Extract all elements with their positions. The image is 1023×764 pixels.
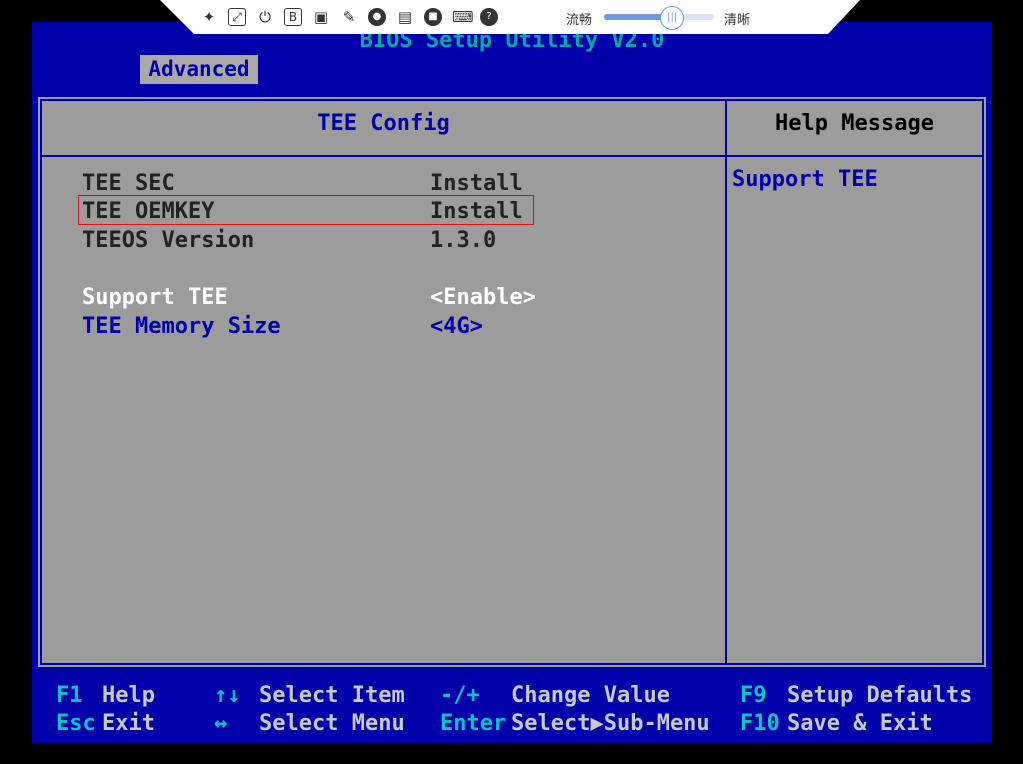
tab-advanced[interactable]: Advanced — [140, 55, 258, 84]
video-icon[interactable]: ■ — [424, 8, 442, 26]
footer-key: ↔ — [214, 711, 228, 736]
keyboard-lock-icon[interactable]: ▣ — [312, 8, 330, 26]
highlight-box — [78, 195, 534, 225]
footer-key: F9 — [740, 683, 767, 708]
quality-slider-handle[interactable]: ||| — [660, 6, 685, 30]
footer-desc: Help — [102, 683, 155, 708]
record-icon[interactable]: ● — [368, 8, 386, 26]
b-icon[interactable]: B — [284, 8, 302, 26]
remote-console-toolbar: ✦ ⤢ ⏻ B ▣ ✎ ● ▤ ■ ⌨ ? 流畅 ||| 清晰 — [160, 0, 860, 34]
footer-desc: Change Value — [511, 683, 670, 708]
page-title: TEE Config — [317, 111, 450, 136]
power-icon[interactable]: ⏻ — [256, 8, 274, 26]
footer-key: Enter — [440, 711, 507, 736]
footer-desc: Exit — [102, 711, 155, 736]
horizontal-divider — [42, 155, 982, 157]
footer-desc: Select▶Sub-Menu — [511, 711, 710, 736]
help-icon[interactable]: ? — [480, 8, 498, 26]
quality-slider[interactable] — [604, 14, 714, 20]
remote-console-screen: BIOS Setup Utility V2.0 Advanced TEE Con… — [0, 0, 1023, 764]
row-tee-memory-size[interactable]: TEE Memory Size <4G> — [42, 314, 725, 342]
footer-desc: Setup Defaults — [787, 683, 973, 708]
row-label: Support TEE — [82, 285, 228, 310]
fluent-label: 流畅 — [566, 13, 593, 28]
save-icon[interactable]: ▤ — [396, 8, 414, 26]
footer-key: F10 — [740, 711, 780, 736]
row-label: TEEOS Version — [82, 228, 255, 253]
fullscreen-icon[interactable]: ⤢ — [228, 8, 246, 26]
keyboard-icon[interactable]: ⌨ — [452, 8, 474, 26]
row-label: TEE Memory Size — [82, 314, 281, 339]
mouse-icon[interactable]: ✎ — [340, 8, 358, 26]
panel-frame: TEE Config Help Message Support TEE TEE … — [40, 99, 984, 665]
footer-key: -/+ — [440, 683, 480, 708]
row-value[interactable]: <Enable> — [430, 285, 536, 310]
row-value[interactable]: <4G> — [430, 314, 483, 339]
row-value: 1.3.0 — [430, 228, 497, 253]
row-label: TEE SEC — [82, 171, 175, 196]
main-panel: TEE Config Help Message Support TEE TEE … — [36, 95, 988, 669]
help-message: Support TEE — [732, 167, 878, 192]
footer-key: F1 — [56, 683, 83, 708]
footer-desc: Save & Exit — [787, 711, 933, 736]
row-value: Install — [430, 171, 523, 196]
key-help-footer: F1 Help ↑↓ Select Item -/+ Change Value … — [32, 677, 992, 743]
footer-key: ↑↓ — [214, 683, 241, 708]
pin-icon[interactable]: ✦ — [200, 8, 218, 26]
footer-key: Esc — [56, 711, 96, 736]
footer-desc: Select Item — [259, 683, 405, 708]
row-teeos-version: TEEOS Version 1.3.0 — [42, 228, 725, 256]
help-title: Help Message — [775, 111, 934, 136]
row-support-tee[interactable]: Support TEE <Enable> — [42, 285, 725, 313]
clear-label: 清晰 — [724, 13, 751, 28]
bios-setup-window: BIOS Setup Utility V2.0 Advanced TEE Con… — [32, 22, 992, 743]
footer-desc: Select Menu — [259, 711, 405, 736]
vertical-divider — [725, 101, 727, 663]
